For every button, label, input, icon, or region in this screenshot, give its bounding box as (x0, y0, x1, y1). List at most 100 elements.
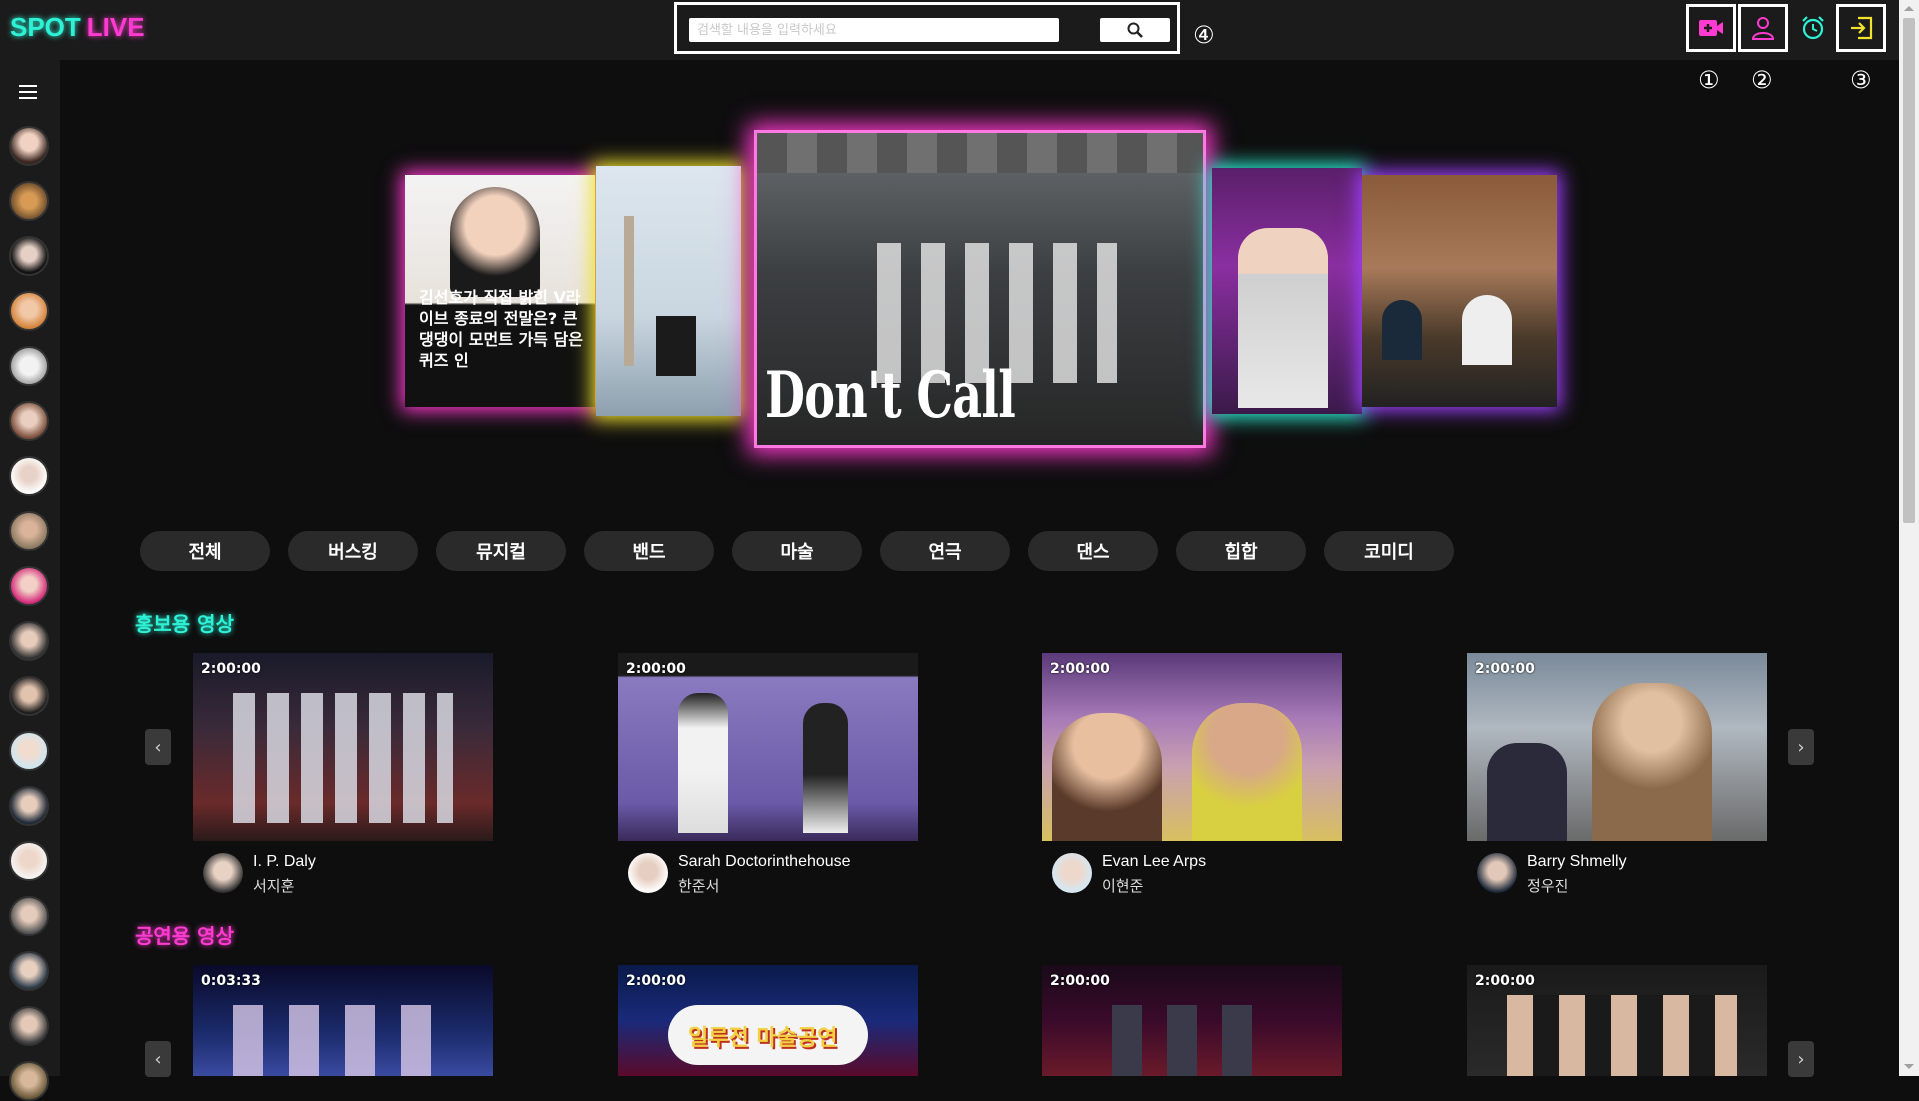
video-card[interactable]: 2:00:00 (1042, 965, 1342, 1076)
thumbnail-performers (233, 693, 453, 823)
slide-title: Don't Call Me (765, 358, 1016, 445)
video-add-icon (1699, 20, 1723, 36)
sidebar-avatar[interactable] (9, 676, 49, 716)
sidebar-avatar[interactable] (9, 566, 49, 606)
create-video-button[interactable] (1686, 4, 1736, 52)
scroll-up-arrow[interactable] (1904, 6, 1914, 11)
carousel-slide-featured[interactable]: Don't Call Me (754, 130, 1206, 448)
page-scrollbar[interactable] (1899, 0, 1919, 1076)
video-card[interactable]: 2:00:00 Barry Shmelly 정우진 (1467, 653, 1767, 899)
video-card[interactable]: 2:00:00 (1467, 965, 1767, 1076)
category-musical[interactable]: 뮤지컬 (436, 531, 566, 571)
sidebar-avatar[interactable] (9, 401, 49, 441)
video-card[interactable]: 2:00:00 Sarah Doctorinthehouse 한준서 (618, 653, 918, 899)
video-duration: 2:00:00 (1475, 973, 1535, 989)
thumbnail-performers (233, 1005, 433, 1076)
video-thumbnail[interactable]: 0:03:33 (193, 965, 493, 1076)
scroll-down-arrow[interactable] (1904, 1064, 1914, 1069)
sidebar-avatar[interactable] (9, 236, 49, 276)
sidebar-avatar[interactable] (9, 456, 49, 496)
slide-column (624, 216, 634, 366)
user-icon (1751, 17, 1775, 40)
sidebar-avatar[interactable] (9, 126, 49, 166)
performance-next-button[interactable]: › (1788, 1041, 1814, 1077)
video-duration: 2:00:00 (201, 661, 261, 677)
carousel-slide[interactable] (1212, 168, 1362, 414)
sidebar-avatar[interactable] (9, 951, 49, 991)
thumbnail-poster-text: 일루전 마술공연 (688, 1026, 838, 1051)
logo[interactable]: SPOT LIVE (10, 12, 145, 43)
carousel-slide[interactable] (1362, 175, 1557, 407)
creator-subname: 이현준 (1102, 877, 1144, 895)
creator-name[interactable]: Barry Shmelly (1527, 853, 1627, 871)
chevron-left-icon: ‹ (154, 736, 162, 758)
video-duration: 2:00:00 (1050, 661, 1110, 677)
chevron-right-icon: › (1797, 736, 1805, 758)
video-thumbnail[interactable]: 2:00:00 (1467, 653, 1767, 841)
creator-avatar[interactable] (203, 853, 243, 893)
sidebar-avatar[interactable] (9, 731, 49, 771)
category-busking[interactable]: 버스킹 (288, 531, 418, 571)
sidebar-avatar[interactable] (9, 621, 49, 661)
creator-subname: 한준서 (678, 877, 720, 895)
video-card[interactable]: 일루전 마술공연 2:00:00 (618, 965, 918, 1076)
sidebar-avatar[interactable] (9, 346, 49, 386)
category-filter: 전체 버스킹 뮤지컬 밴드 마술 연극 댄스 힙합 코미디 (140, 531, 1454, 571)
video-thumbnail[interactable]: 2:00:00 (193, 653, 493, 841)
carousel-slide[interactable] (596, 166, 741, 416)
sidebar-avatar[interactable] (9, 291, 49, 331)
chevron-right-icon: › (1797, 1048, 1805, 1070)
profile-button[interactable] (1738, 4, 1788, 52)
scroll-thumb[interactable] (1903, 18, 1915, 523)
carousel-slide[interactable]: 김선호가 직접 밝힌 V라이브 종료의 전말은? 큰 댕댕이 모먼트 가득 담은… (405, 175, 595, 407)
sidebar-avatar[interactable] (9, 1061, 49, 1101)
login-annotation: ③ (1850, 66, 1872, 94)
search-input[interactable] (689, 18, 1059, 42)
video-duration: 0:03:33 (201, 973, 261, 989)
alarm-icon (1802, 16, 1824, 40)
category-theater[interactable]: 연극 (880, 531, 1010, 571)
creator-name[interactable]: Evan Lee Arps (1102, 853, 1206, 871)
sidebar-avatar[interactable] (9, 1006, 49, 1046)
video-thumbnail[interactable]: 2:00:00 (618, 653, 918, 841)
creator-avatar[interactable] (1052, 853, 1092, 893)
thumbnail-band (1507, 995, 1737, 1076)
sidebar-avatar[interactable] (9, 896, 49, 936)
video-card[interactable]: 2:00:00 Evan Lee Arps 이현준 (1042, 653, 1342, 899)
category-magic[interactable]: 마술 (732, 531, 862, 571)
sidebar-avatar[interactable] (9, 181, 49, 221)
top-bar: SPOTLIVE ④ (0, 0, 1899, 60)
performance-prev-button[interactable]: ‹ (145, 1041, 171, 1077)
thumbnail-dancer (678, 693, 728, 833)
menu-icon[interactable] (19, 85, 37, 99)
sidebar-avatar[interactable] (9, 511, 49, 551)
video-thumbnail[interactable]: 2:00:00 (1042, 653, 1342, 841)
category-dance[interactable]: 댄스 (1028, 531, 1158, 571)
sidebar-avatar[interactable] (9, 841, 49, 881)
category-band[interactable]: 밴드 (584, 531, 714, 571)
creator-avatar[interactable] (1477, 853, 1517, 893)
category-hiphop[interactable]: 힙합 (1176, 531, 1306, 571)
creator-name[interactable]: Sarah Doctorinthehouse (678, 853, 851, 871)
creator-avatar[interactable] (628, 853, 668, 893)
video-thumbnail[interactable]: 일루전 마술공연 2:00:00 (618, 965, 918, 1076)
slide-caption: 김선호가 직접 밝힌 V라이브 종료의 전말은? 큰 댕댕이 모먼트 가득 담은… (419, 288, 583, 370)
login-button[interactable] (1836, 4, 1886, 52)
sidebar-avatar[interactable] (9, 786, 49, 826)
promo-next-button[interactable]: › (1788, 729, 1814, 765)
video-duration: 2:00:00 (1050, 973, 1110, 989)
promo-prev-button[interactable]: ‹ (145, 729, 171, 765)
category-all[interactable]: 전체 (140, 531, 270, 571)
thumbnail-person (1052, 713, 1162, 841)
creator-name[interactable]: I. P. Daly (253, 853, 316, 871)
search-button[interactable] (1100, 18, 1170, 42)
video-card[interactable]: 2:00:00 I. P. Daly 서지훈 (193, 653, 493, 899)
video-thumbnail[interactable]: 2:00:00 (1467, 965, 1767, 1076)
category-comedy[interactable]: 코미디 (1324, 531, 1454, 571)
thumbnail-dancer (803, 703, 848, 833)
creator-subname: 정우진 (1527, 877, 1569, 895)
slide-performer (1238, 228, 1328, 408)
video-card[interactable]: 0:03:33 (193, 965, 493, 1076)
video-thumbnail[interactable]: 2:00:00 (1042, 965, 1342, 1076)
alarm-button[interactable] (1788, 4, 1838, 52)
